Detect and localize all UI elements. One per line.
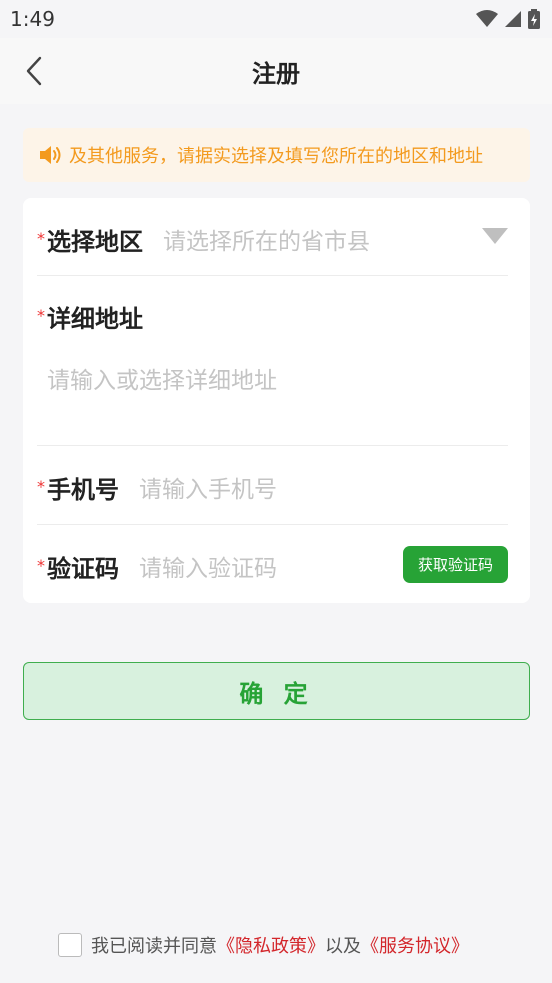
phone-row: * 手机号 请输入手机号 <box>37 466 508 508</box>
signal-icon <box>505 11 521 27</box>
notice-banner: 及其他服务，请据实选择及填写您所在的地区和地址 <box>23 128 530 182</box>
get-code-button[interactable]: 获取验证码 <box>403 546 508 583</box>
battery-icon <box>528 9 540 29</box>
region-row[interactable]: * 选择地区 请选择所在的省市县 <box>37 218 508 260</box>
speaker-icon <box>40 146 61 164</box>
divider <box>37 524 508 525</box>
confirm-button[interactable]: 确 定 <box>23 662 530 720</box>
agreement-prefix: 我已阅读并同意 <box>91 936 217 957</box>
code-input[interactable]: 请输入验证码 <box>139 549 277 583</box>
required-mark: * <box>37 306 45 325</box>
status-bar: 1:49 <box>0 0 552 38</box>
divider <box>37 275 508 276</box>
required-mark: * <box>37 229 45 248</box>
nav-bar: 注册 <box>0 38 552 104</box>
form-card: * 选择地区 请选择所在的省市县 * 详细地址 请输入或选择详细地址 * 手机号… <box>23 198 530 603</box>
status-icons <box>476 9 540 29</box>
agreement: 我已阅读并同意 《隐私政策》 以及 《服务协议》 <box>58 931 469 959</box>
phone-input[interactable]: 请输入手机号 <box>139 470 277 504</box>
address-label: 详细地址 <box>47 304 143 333</box>
privacy-policy-link[interactable]: 《隐私政策》 <box>217 932 325 958</box>
region-select[interactable]: 请选择所在的省市县 <box>163 222 370 256</box>
notice-text: 及其他服务，请据实选择及填写您所在的地区和地址 <box>69 146 483 167</box>
agreement-connector: 以及 <box>325 936 361 957</box>
region-label: 选择地区 <box>47 227 143 256</box>
wifi-icon <box>476 10 498 27</box>
phone-label: 手机号 <box>47 475 119 504</box>
divider <box>37 445 508 446</box>
page-title: 注册 <box>252 60 300 88</box>
address-placeholder: 请输入或选择详细地址 <box>47 368 277 394</box>
address-row: * 详细地址 <box>37 296 508 336</box>
service-agreement-link[interactable]: 《服务协议》 <box>361 932 469 958</box>
agreement-checkbox[interactable] <box>58 933 82 957</box>
required-mark: * <box>37 556 45 575</box>
required-mark: * <box>37 477 45 496</box>
address-input[interactable]: 请输入或选择详细地址 <box>47 358 508 398</box>
code-label: 验证码 <box>47 554 119 583</box>
dropdown-triangle-icon[interactable] <box>482 228 508 244</box>
status-time: 1:49 <box>10 7 55 31</box>
